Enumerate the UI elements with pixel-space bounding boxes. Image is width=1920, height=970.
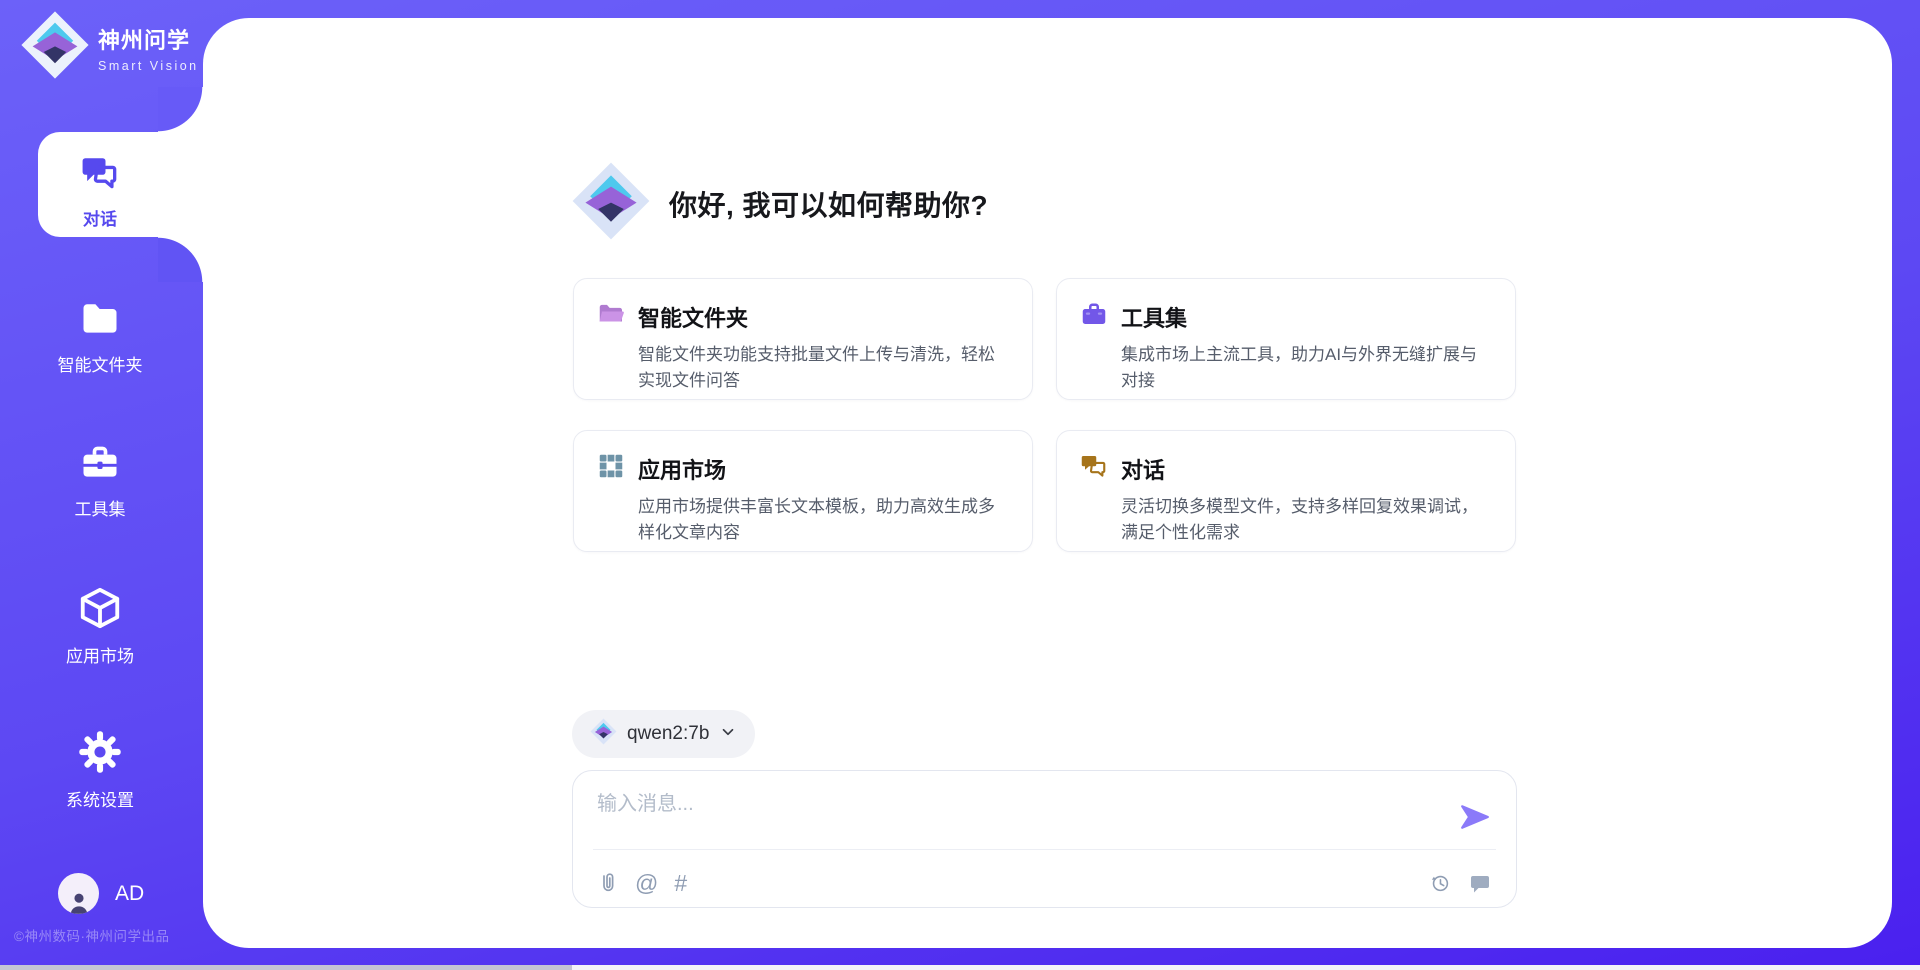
card-app-market[interactable]: 应用市场 应用市场提供丰富长文本模板，助力高效生成多样化文章内容 [573, 430, 1033, 552]
mention-button[interactable]: @ [635, 872, 658, 895]
cube-icon [77, 585, 123, 636]
card-toolset[interactable]: 工具集 集成市场上主流工具，助力AI与外界无缝扩展与对接 [1056, 278, 1516, 400]
avatar [58, 873, 99, 914]
bottom-scrollbar-thumb[interactable] [0, 965, 572, 970]
sidebar-item-label: 智能文件夹 [40, 351, 160, 376]
card-description: 应用市场提供丰富长文本模板，助力高效生成多样化文章内容 [638, 494, 1008, 546]
brand-name: 神州问学 [98, 28, 190, 53]
send-button[interactable] [1460, 803, 1490, 831]
grid-cube-icon [596, 451, 626, 486]
sidebar-item-settings[interactable]: 系统设置 [40, 729, 160, 811]
greeting: 你好, 我可以如何帮助你? [571, 161, 988, 246]
brand: 神州问学 Smart Vision [20, 10, 199, 85]
tab-fillet-top [158, 87, 203, 132]
greeting-title: 你好, 我可以如何帮助你? [669, 184, 988, 224]
sidebar-item-label: 系统设置 [40, 786, 160, 811]
sidebar-item-smart-folder[interactable]: 智能文件夹 [40, 296, 160, 376]
sidebar-item-app-market[interactable]: 应用市场 [40, 585, 160, 667]
sidebar-item-toolset[interactable]: 工具集 [40, 440, 160, 520]
brand-subtitle: Smart Vision [98, 59, 199, 73]
composer-divider [593, 849, 1496, 850]
feature-cards: 智能文件夹 智能文件夹功能支持批量文件上传与清洗，轻松实现文件问答 工具集 [573, 278, 1516, 552]
card-description: 集成市场上主流工具，助力AI与外界无缝扩展与对接 [1121, 342, 1491, 394]
sidebar-item-chat[interactable]: 对话 [40, 150, 160, 230]
card-chat[interactable]: 对话 灵活切换多模型文件，支持多样回复效果调试，满足个性化需求 [1056, 430, 1516, 552]
sidebar-footer-text: ©神州数码·神州问学出品 [14, 925, 169, 945]
card-title: 智能文件夹 [638, 301, 748, 333]
tab-fillet-bottom [158, 237, 203, 282]
attachment-button[interactable] [597, 871, 619, 895]
chevron-down-icon [719, 723, 737, 746]
model-logo-icon [590, 718, 617, 750]
sidebar-item-label: 应用市场 [40, 642, 160, 667]
card-title: 工具集 [1121, 301, 1187, 333]
card-description: 智能文件夹功能支持批量文件上传与清洗，轻松实现文件问答 [638, 342, 1008, 394]
model-name: qwen2:7b [627, 723, 709, 745]
message-input[interactable] [597, 787, 1427, 843]
user-profile[interactable]: AD [58, 873, 144, 914]
briefcase-icon [1079, 299, 1109, 334]
folder-open-icon [596, 299, 626, 334]
card-description: 灵活切换多模型文件，支持多样回复效果调试，满足个性化需求 [1121, 494, 1491, 546]
card-smart-folder[interactable]: 智能文件夹 智能文件夹功能支持批量文件上传与清洗，轻松实现文件问答 [573, 278, 1033, 400]
history-icon[interactable] [1428, 871, 1452, 895]
briefcase-icon [78, 440, 122, 489]
chat-icon [78, 150, 122, 199]
chat-icon [1079, 451, 1109, 486]
brand-logo-icon [20, 10, 90, 85]
sidebar-item-label: 工具集 [40, 495, 160, 520]
card-title: 应用市场 [638, 453, 726, 485]
message-composer: @ # [572, 770, 1517, 908]
card-title: 对话 [1121, 453, 1165, 485]
sidebar-item-label: 对话 [40, 205, 160, 230]
feedback-bubble-icon[interactable] [1468, 872, 1492, 894]
user-name: AD [115, 882, 144, 906]
app-window: 神州问学 Smart Vision 对话 智能文件夹 [0, 0, 1920, 970]
main-panel: 你好, 我可以如何帮助你? 智能文件夹 智能文件夹功能支持批量文件上传与清洗，轻… [203, 18, 1892, 948]
folder-icon [78, 296, 122, 345]
assistant-logo-icon [571, 161, 651, 246]
gear-icon [77, 729, 123, 780]
composer-left-tools: @ # [597, 871, 687, 895]
model-selector[interactable]: qwen2:7b [572, 710, 755, 758]
hashtag-button[interactable]: # [674, 872, 687, 895]
composer-right-tools [1428, 871, 1492, 895]
